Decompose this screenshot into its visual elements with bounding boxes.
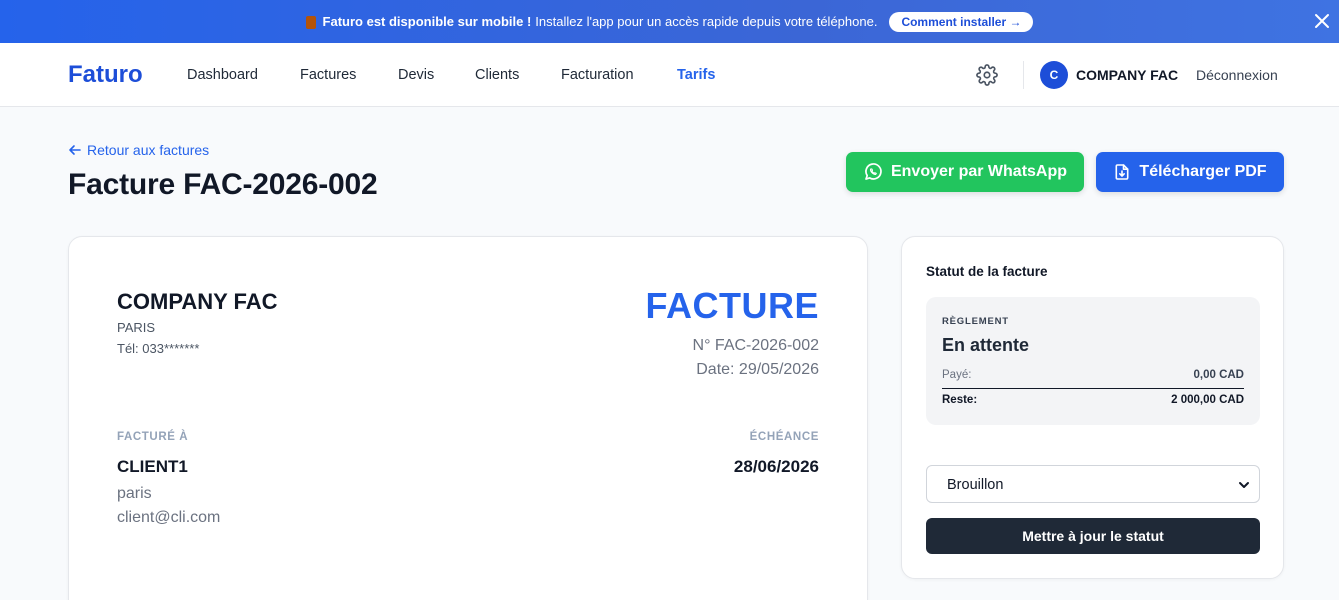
client-city: paris — [117, 485, 152, 502]
nav-tarifs[interactable]: Tarifs — [677, 67, 715, 83]
client-email: client@cli.com — [117, 509, 221, 526]
invoice-preview-card: COMPANY FAC PARIS Tél: 033******* FACTUR… — [68, 236, 868, 600]
download-pdf-button[interactable]: Télécharger PDF — [1096, 152, 1284, 192]
nav-clients[interactable]: Clients — [475, 67, 519, 83]
top-navbar: Faturo Dashboard Factures Devis Clients … — [0, 43, 1339, 107]
nav-divider — [1023, 61, 1024, 89]
back-to-invoices-link[interactable]: Retour aux factures — [68, 142, 209, 158]
arrow-left-icon — [69, 145, 81, 155]
settlement-status: En attente — [942, 335, 1030, 355]
issuer-phone: Tél: 033******* — [117, 341, 200, 356]
page-title: Facture FAC-2026-002 — [68, 168, 378, 201]
remaining-label: Reste: — [942, 394, 978, 406]
send-whatsapp-button[interactable]: Envoyer par WhatsApp — [846, 152, 1084, 192]
whatsapp-button-label: Envoyer par WhatsApp — [890, 163, 1068, 180]
invoice-date: Date: 29/05/2026 — [696, 361, 819, 378]
status-card-title: Statut de la facture — [926, 264, 1048, 279]
app-logo[interactable]: Faturo — [68, 61, 143, 89]
paid-label: Payé: — [942, 369, 972, 381]
how-to-install-button[interactable]: Comment installer → — [889, 11, 1034, 32]
whatsapp-icon — [865, 163, 882, 180]
nav-devis[interactable]: Devis — [398, 67, 434, 83]
update-status-button[interactable]: Mettre à jour le statut — [926, 518, 1260, 554]
back-link-label: Retour aux factures — [87, 142, 210, 158]
banner-text: Installez l'app pour un accès rapide dep… — [535, 14, 878, 29]
company-name: COMPANY FAC — [1076, 67, 1179, 83]
client-name: CLIENT1 — [117, 457, 188, 476]
issuer-name: COMPANY FAC — [117, 289, 278, 314]
issuer-city: PARIS — [117, 320, 156, 335]
chevron-down-icon — [1239, 482, 1249, 488]
close-icon[interactable] — [1313, 12, 1331, 30]
invoice-status-card: Statut de la facture RÈGLEMENT En attent… — [901, 236, 1284, 579]
nav-dashboard[interactable]: Dashboard — [187, 67, 258, 83]
pdf-button-label: Télécharger PDF — [1139, 163, 1267, 180]
remaining-row: Reste: 2 000,00 CAD — [942, 394, 1244, 406]
avatar[interactable]: C — [1040, 61, 1068, 89]
gear-icon[interactable] — [976, 64, 998, 86]
file-download-icon — [1115, 164, 1129, 180]
banner-title: Faturo est disponible sur mobile ! — [322, 14, 532, 29]
phone-icon — [305, 16, 316, 29]
due-date: 28/06/2026 — [733, 457, 819, 476]
status-select[interactable]: Brouillon — [926, 465, 1260, 503]
invoice-number: N° FAC-2026-002 — [692, 337, 819, 354]
billed-to-label: FACTURÉ À — [117, 431, 189, 443]
remaining-value: 2 000,00 CAD — [1171, 394, 1244, 406]
nav-factures[interactable]: Factures — [300, 67, 356, 83]
mobile-app-banner: Faturo est disponible sur mobile ! Insta… — [0, 0, 1339, 43]
nav-facturation[interactable]: Facturation — [561, 67, 634, 83]
due-date-label: ÉCHÉANCE — [749, 431, 819, 443]
paid-value: 0,00 CAD — [1193, 369, 1245, 381]
settlement-panel: RÈGLEMENT En attente Payé: 0,00 CAD Rest… — [926, 297, 1260, 425]
settlement-label: RÈGLEMENT — [942, 316, 1009, 327]
paid-row: Payé: 0,00 CAD — [942, 369, 1244, 389]
logout-link[interactable]: Déconnexion — [1196, 67, 1278, 83]
document-type-heading: FACTURE — [645, 285, 819, 326]
status-select-value: Brouillon — [947, 477, 1004, 493]
